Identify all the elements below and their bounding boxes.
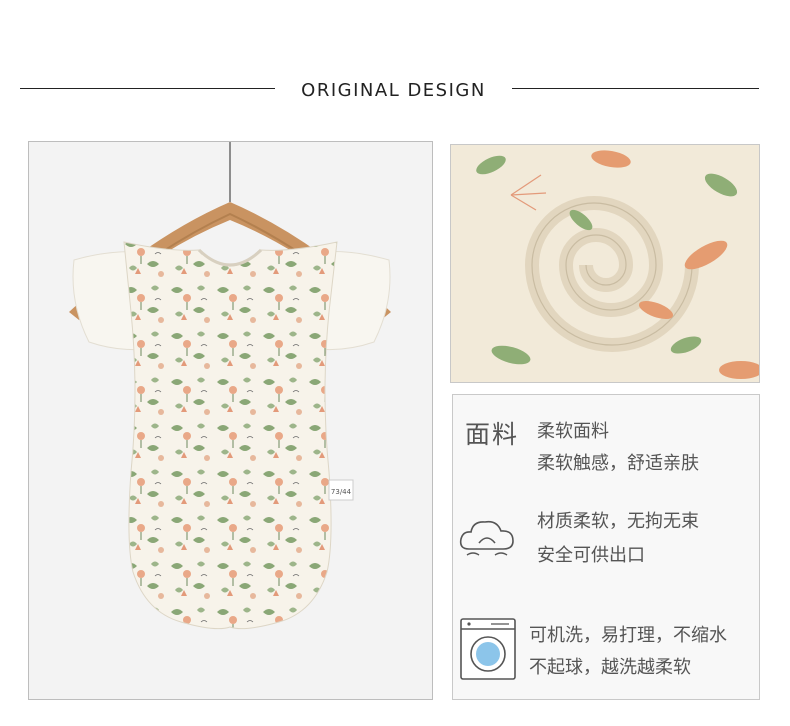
- romper-illustration: 73/44: [69, 142, 391, 630]
- page-title: ORIGINAL DESIGN: [301, 80, 486, 101]
- cloud-icon: [457, 511, 517, 565]
- feature-2-line-1: 可机洗，易打理，不缩水: [529, 625, 727, 646]
- fabric-line-1: 柔软面料: [537, 421, 609, 442]
- fabric-info-panel: 面料 柔软面料 柔软触感，舒适亲肤 材质柔软，无拘无束 安全可供出口 可机洗，易…: [452, 394, 760, 700]
- product-photo: 73/44: [28, 141, 433, 700]
- fabric-title: 面料: [465, 420, 520, 449]
- washing-machine-icon: [459, 617, 517, 685]
- feature-1-line-1: 材质柔软，无拘无束: [537, 511, 699, 532]
- feature-2-line-2: 不起球，越洗越柔软: [529, 657, 691, 678]
- fabric-closeup-photo: [450, 144, 760, 383]
- header-divider-left: [20, 88, 275, 89]
- header-divider-right: [512, 88, 759, 89]
- fabric-swirl: [451, 145, 759, 382]
- fabric-line-2: 柔软触感，舒适亲肤: [537, 453, 699, 474]
- feature-1-line-2: 安全可供出口: [537, 545, 645, 566]
- size-tag: 73/44: [331, 488, 352, 496]
